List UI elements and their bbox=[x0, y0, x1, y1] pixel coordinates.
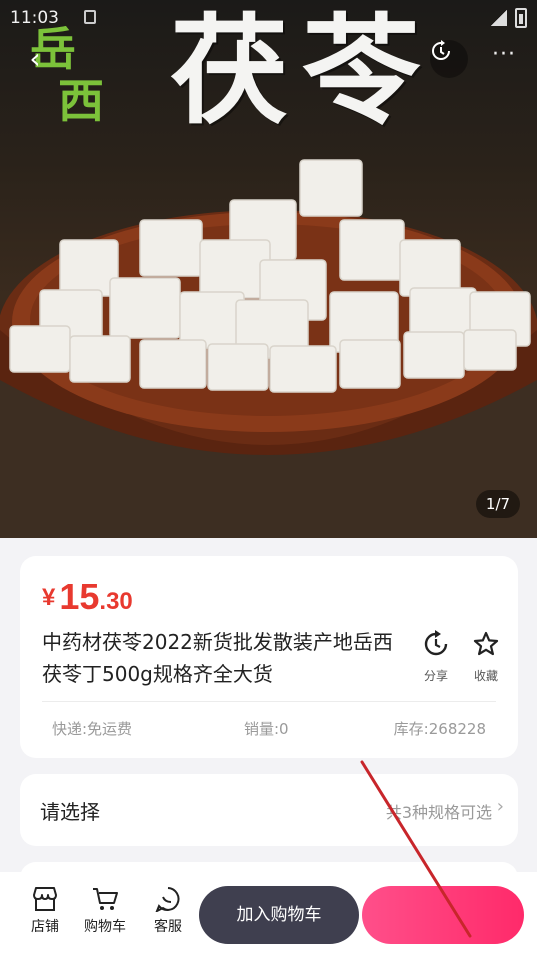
cart-label: 购物车 bbox=[84, 919, 126, 935]
product-info-card: ¥15.30 中药材茯苓2022新货批发散装产地岳西茯苓丁500g规格齐全大货 … bbox=[20, 556, 518, 758]
spec-select-row[interactable]: 请选择 共3种规格可选 › bbox=[20, 774, 518, 846]
spec-count-hint: 共3种规格可选 bbox=[385, 803, 492, 822]
divider bbox=[42, 701, 496, 702]
customer-service-button[interactable]: 客服 bbox=[143, 886, 193, 936]
sim-icon bbox=[84, 10, 96, 24]
hero-tag-line2: 西 bbox=[58, 74, 104, 128]
share-top-button[interactable] bbox=[430, 40, 468, 78]
cart-nav-button[interactable]: 购物车 bbox=[80, 886, 130, 936]
chat-icon bbox=[155, 887, 180, 912]
add-to-cart-button[interactable]: 加入购物车 bbox=[199, 886, 359, 944]
shop-label: 店铺 bbox=[31, 919, 59, 935]
hero-title: 茯苓 bbox=[170, 1, 435, 140]
price: ¥15.30 bbox=[42, 576, 133, 618]
bottom-action-bar: 店铺 购物车 客服 加入购物车 bbox=[0, 872, 537, 956]
back-button[interactable]: ‹ bbox=[18, 42, 52, 76]
price-integer: 15 bbox=[59, 576, 100, 617]
buy-now-button[interactable] bbox=[362, 886, 524, 944]
share-label: 分享 bbox=[423, 669, 448, 683]
product-title: 中药材茯苓2022新货批发散装产地岳西茯苓丁500g规格齐全大货 bbox=[42, 630, 393, 686]
shop-icon bbox=[33, 887, 57, 911]
stock-info: 库存:268228 bbox=[393, 720, 486, 738]
share-button[interactable]: 分享 bbox=[416, 630, 456, 684]
price-decimal: .30 bbox=[99, 588, 133, 615]
star-icon bbox=[473, 631, 499, 656]
service-label: 客服 bbox=[154, 919, 182, 935]
favorite-label: 收藏 bbox=[473, 669, 498, 683]
price-symbol: ¥ bbox=[42, 584, 56, 611]
more-button[interactable]: ··· bbox=[484, 40, 524, 78]
refresh-share-icon bbox=[432, 40, 450, 60]
signal-icon bbox=[491, 10, 507, 26]
image-counter: 1/7 bbox=[476, 490, 520, 518]
shop-button[interactable]: 店铺 bbox=[20, 886, 70, 936]
battery-icon bbox=[515, 8, 527, 28]
favorite-button[interactable]: 收藏 bbox=[466, 630, 506, 684]
share-icon bbox=[424, 630, 448, 656]
spec-select-label: 请选择 bbox=[40, 800, 100, 824]
shipping-info: 快递:免运费 bbox=[52, 720, 133, 738]
sales-info: 销量:0 bbox=[244, 720, 289, 738]
product-image-gallery[interactable]: 11:03 岳 西 茯苓 ‹ ··· 1/7 bbox=[0, 0, 537, 538]
more-icon: ··· bbox=[492, 42, 516, 67]
back-icon: ‹ bbox=[29, 42, 41, 75]
cart-icon bbox=[93, 888, 118, 910]
chevron-right-icon: › bbox=[496, 796, 504, 817]
